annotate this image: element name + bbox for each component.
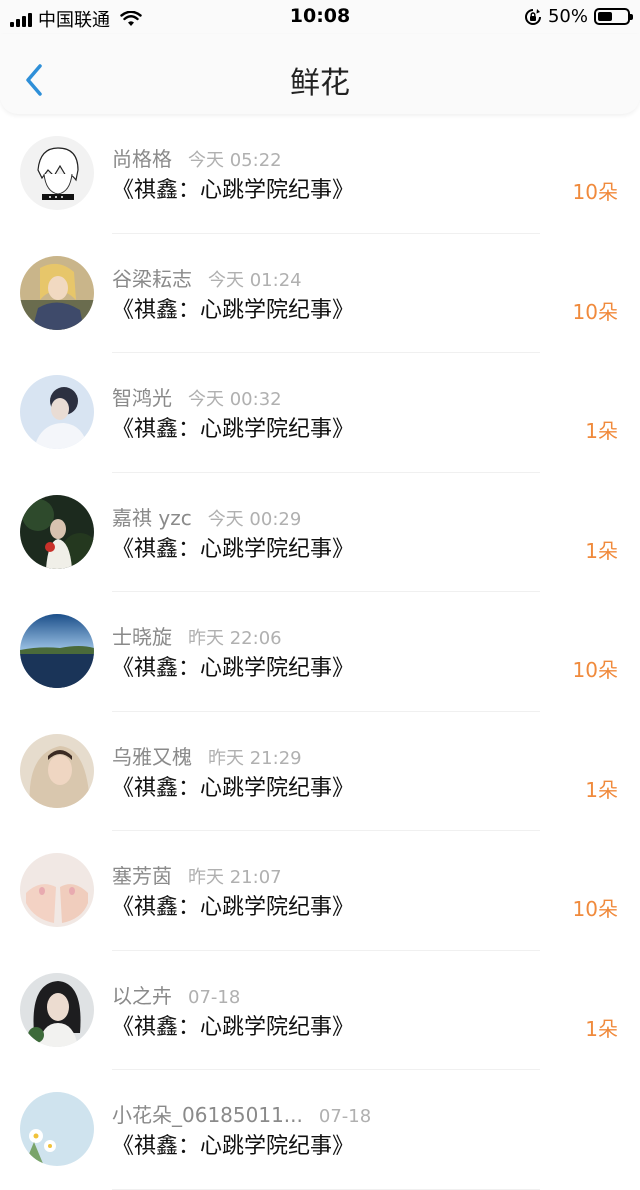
avatar[interactable] [20,136,94,210]
user-name-text: 谷梁耘志 [112,266,192,291]
list-item[interactable]: 小花朵_06185011... 07-18 《祺鑫：心跳学院纪事》 [0,1070,640,1190]
timestamp: 今天 00:32 [188,389,282,410]
book-title: 《祺鑫：心跳学院纪事》 [112,775,355,801]
user-name-text: 塞芳茵 [112,864,172,888]
book-title: 《祺鑫：心跳学院纪事》 [112,1014,355,1040]
flower-count: 10朵 [572,299,618,324]
avatar[interactable] [20,255,94,330]
avatar[interactable] [20,1092,94,1166]
list-item[interactable]: 塞芳茵 昨天 21:07 《祺鑫：心跳学院纪事》 10朵 [0,831,640,951]
flower-count: 10朵 [572,180,618,204]
flower-count: 1朵 [585,538,618,563]
status-right: 50% [524,6,633,27]
avatar[interactable] [20,972,94,1047]
user-name-text: 以之卉 [112,983,172,1008]
timestamp: 今天 00:29 [207,508,302,530]
user-name: 士晓旋 昨天 22:06 [112,621,282,650]
user-name-text: 智鸿光 [112,386,172,410]
flower-count: 10朵 [572,897,618,921]
user-name: 乌雅又槐 昨天 21:29 [112,741,302,770]
timestamp: 今天 01:24 [208,269,302,291]
list-item[interactable]: 智鸿光 今天 00:32 《祺鑫：心跳学院纪事》 1朵 [0,353,640,473]
battery-percent: 50% [547,6,588,27]
battery-fill [598,12,612,21]
user-name-text: 士晓旋 [112,625,172,649]
list-item[interactable]: 嘉祺 yzc 今天 00:29 《祺鑫：心跳学院纪事》 1朵 [0,473,640,593]
user-name: 智鸿光 今天 00:32 [112,382,282,411]
flower-count: 1朵 [585,419,618,443]
list-item[interactable]: 以之卉 07-18 《祺鑫：心跳学院纪事》 1朵 [0,951,640,1071]
avatar[interactable] [20,494,94,569]
book-title: 《祺鑫：心跳学院纪事》 [112,417,355,442]
user-name-text: 小花朵_06185011... [112,1103,303,1127]
timestamp: 昨天 21:29 [208,747,302,769]
status-bar: 中国联通 10:08 50% [0,0,640,34]
page-title: 鲜花 [290,66,350,101]
user-name: 谷梁耘志 今天 01:24 [112,263,302,292]
user-name-text: 嘉祺 yzc [112,505,192,530]
book-title: 《祺鑫：心跳学院纪事》 [112,1134,355,1159]
book-title: 《祺鑫：心跳学院纪事》 [112,297,355,323]
user-name-text: 尚格格 [112,147,172,171]
timestamp: 今天 05:22 [188,150,282,171]
flower-count: 10朵 [572,658,618,682]
user-name-text: 乌雅又槐 [112,744,192,769]
nav-bar: 鲜花 [0,34,640,114]
book-title: 《祺鑫：心跳学院纪事》 [112,536,355,562]
list-item[interactable]: 士晓旋 昨天 22:06 《祺鑫：心跳学院纪事》 10朵 [0,592,640,712]
user-name: 塞芳茵 昨天 21:07 [112,860,282,889]
user-name: 尚格格 今天 05:22 [112,143,282,172]
list-item[interactable]: 尚格格 今天 05:22 《祺鑫：心跳学院纪事》 10朵 [0,114,640,234]
list-item[interactable]: 乌雅又槐 昨天 21:29 《祺鑫：心跳学院纪事》 1朵 [0,712,640,832]
timestamp: 07-18 [188,986,241,1008]
book-title: 《祺鑫：心跳学院纪事》 [112,895,355,920]
avatar[interactable] [20,853,94,927]
timestamp: 昨天 21:07 [188,867,282,888]
flower-count: 1朵 [585,777,618,802]
battery-icon [594,8,633,25]
user-name: 以之卉 07-18 [112,980,240,1009]
timestamp: 07-18 [318,1106,372,1127]
book-title: 《祺鑫：心跳学院纪事》 [112,656,355,681]
avatar[interactable] [20,614,94,688]
timestamp: 昨天 22:06 [188,628,282,649]
list-item[interactable]: 谷梁耘志 今天 01:24 《祺鑫：心跳学院纪事》 10朵 [0,234,640,354]
avatar[interactable] [20,733,94,808]
rotation-lock-icon [524,8,541,25]
flower-count: 1朵 [585,1016,618,1041]
gift-list: 尚格格 今天 05:22 《祺鑫：心跳学院纪事》 10朵 谷梁耘志 今天 01:24… [0,114,640,1190]
user-name: 嘉祺 yzc 今天 00:29 [112,502,301,531]
book-title: 《祺鑫：心跳学院纪事》 [112,178,355,203]
avatar[interactable] [20,375,94,449]
user-name: 小花朵_06185011... 07-18 [112,1099,371,1128]
